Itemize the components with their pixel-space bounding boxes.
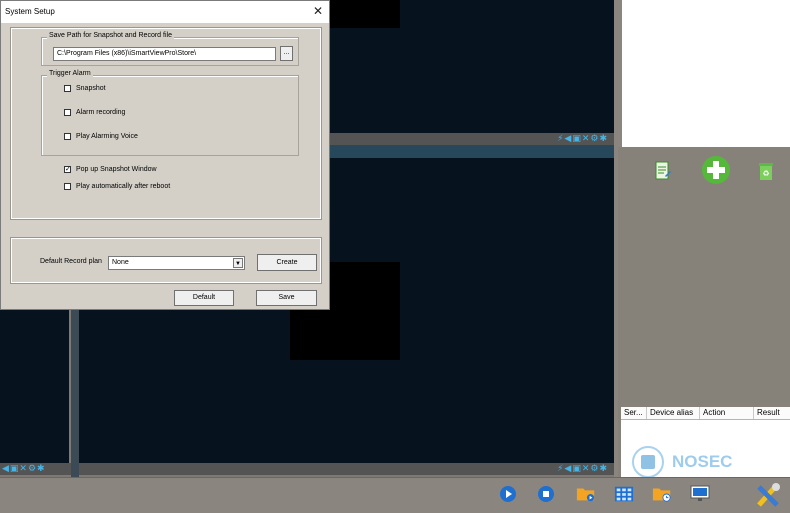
video-pane-bottom-left[interactable]: [0, 310, 69, 463]
edit-document-icon[interactable]: [653, 160, 673, 182]
popup-snapshot-checkbox[interactable]: ✓ Pop up Snapshot Window: [64, 166, 157, 173]
grid-layout-icon[interactable]: [614, 485, 634, 503]
system-setup-dialog: System Setup ✕ Save Path for Snapshot an…: [0, 0, 330, 310]
folder-video-icon[interactable]: [576, 485, 596, 503]
video-pane-toolbar-bottom-right: ⚡◀▣✕⚙✱: [79, 463, 614, 475]
alarm-recording-checkbox-box[interactable]: [64, 109, 71, 116]
autoplay-after-reboot-label: Play automatically after reboot: [76, 183, 171, 190]
snapshot-checkbox[interactable]: Snapshot: [64, 85, 106, 92]
pane-divider-horizontal: [330, 145, 614, 158]
column-header-action[interactable]: Action: [700, 407, 754, 419]
browse-button[interactable]: ...: [280, 46, 293, 61]
folder-schedule-icon[interactable]: [652, 485, 672, 503]
trigger-alarm-group: Trigger Alarm Snapshot Alarm recording P…: [41, 70, 299, 156]
default-button[interactable]: Default: [174, 290, 234, 306]
trigger-alarm-group-label: Trigger Alarm: [47, 70, 93, 77]
autoplay-after-reboot-checkbox[interactable]: Play automatically after reboot: [64, 183, 170, 190]
device-list-panel: [622, 0, 790, 147]
video-pane-toolbar-bottom-left: ◀▣✕⚙✱: [0, 463, 71, 475]
create-button[interactable]: Create: [257, 254, 317, 271]
shield-logo-icon: [632, 446, 664, 478]
save-button[interactable]: Save: [256, 290, 317, 306]
record-plan-selected-value: None: [112, 259, 129, 266]
alarm-recording-label: Alarm recording: [76, 109, 126, 116]
pane-control-icons-br[interactable]: ⚡◀▣✕⚙✱: [557, 464, 608, 474]
alarm-recording-checkbox[interactable]: Alarm recording: [64, 109, 125, 116]
autoplay-after-reboot-checkbox-box[interactable]: [64, 183, 71, 190]
video-feed-dark-area: [330, 0, 400, 28]
snapshot-checkbox-box[interactable]: [64, 85, 71, 92]
record-plan-select[interactable]: None ▼: [108, 256, 245, 270]
svg-text:♻: ♻: [762, 169, 769, 178]
save-path-input[interactable]: C:\Program Files (x86)\iSmartViewPro\Sto…: [53, 47, 276, 61]
dialog-title-bar[interactable]: System Setup ✕: [1, 1, 329, 23]
play-icon[interactable]: [498, 485, 518, 503]
save-path-group: Save Path for Snapshot and Record file C…: [41, 32, 299, 66]
snapshot-label: Snapshot: [76, 85, 106, 92]
column-header-result[interactable]: Result: [754, 407, 790, 419]
default-record-plan-label: Default Record plan: [40, 258, 102, 265]
add-icon[interactable]: [701, 155, 731, 185]
results-table-header: Ser... Device alias Action Result: [621, 407, 790, 420]
tools-icon[interactable]: [752, 480, 784, 510]
recycle-bin-icon[interactable]: ♻: [756, 160, 776, 182]
close-icon[interactable]: ✕: [313, 4, 323, 18]
record-plan-panel: Default Record plan None ▼ Create: [10, 237, 322, 284]
column-header-serial[interactable]: Ser...: [621, 407, 647, 419]
stop-icon[interactable]: [536, 485, 556, 503]
popup-snapshot-label: Pop up Snapshot Window: [76, 166, 157, 173]
column-header-device-alias[interactable]: Device alias: [647, 407, 700, 419]
save-path-group-label: Save Path for Snapshot and Record file: [47, 32, 174, 39]
video-pane-toolbar-top: ⚡◀▣✕⚙✱: [330, 133, 614, 145]
play-alarming-voice-label: Play Alarming Voice: [76, 133, 138, 140]
popup-snapshot-checkmark-icon[interactable]: ✓: [64, 166, 71, 173]
settings-panel: Save Path for Snapshot and Record file C…: [10, 27, 322, 220]
chevron-down-icon[interactable]: ▼: [233, 258, 243, 268]
pane-control-icons-bl[interactable]: ◀▣✕⚙✱: [2, 464, 46, 474]
dialog-title: System Setup: [5, 7, 55, 16]
monitor-icon[interactable]: [690, 485, 710, 503]
nosec-watermark: NOSEC: [630, 446, 732, 478]
play-alarming-voice-checkbox-box[interactable]: [64, 133, 71, 140]
play-alarming-voice-checkbox[interactable]: Play Alarming Voice: [64, 133, 138, 140]
pane-control-icons[interactable]: ⚡◀▣✕⚙✱: [557, 134, 608, 144]
watermark-text: NOSEC: [672, 452, 733, 471]
